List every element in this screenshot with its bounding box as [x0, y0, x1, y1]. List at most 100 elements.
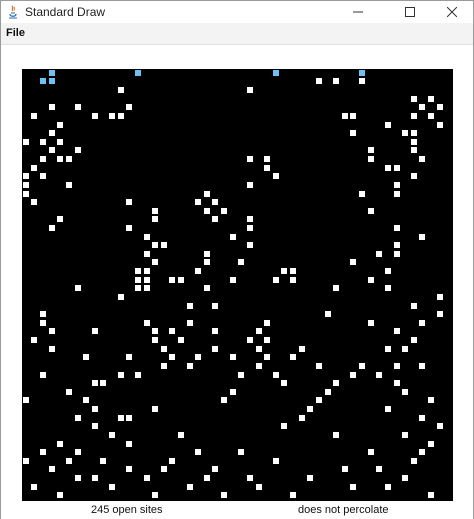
open-site	[195, 199, 202, 206]
open-site	[48, 147, 55, 154]
open-site	[324, 388, 331, 395]
open-site	[22, 397, 29, 404]
open-site	[376, 371, 383, 378]
open-site	[246, 242, 253, 249]
open-site	[298, 345, 305, 352]
open-site	[74, 104, 81, 111]
open-site	[246, 474, 253, 481]
open-site	[48, 130, 55, 137]
open-site	[221, 207, 228, 214]
open-site	[74, 474, 81, 481]
full-site	[48, 69, 55, 76]
open-site	[419, 362, 426, 369]
open-site	[134, 268, 141, 275]
open-site	[100, 380, 107, 387]
maximize-button[interactable]	[387, 1, 433, 23]
full-site	[359, 69, 365, 76]
title-bar[interactable]: Standard Draw	[1, 1, 473, 23]
maximize-icon	[405, 7, 415, 17]
open-site	[221, 397, 228, 404]
open-site	[350, 483, 357, 490]
open-site	[91, 112, 98, 119]
open-site	[83, 397, 90, 404]
open-site	[350, 259, 357, 266]
open-site	[255, 483, 262, 490]
open-site	[359, 78, 365, 85]
full-site	[40, 78, 46, 85]
open-site	[290, 354, 296, 361]
open-site	[393, 225, 400, 231]
open-site	[410, 95, 417, 102]
open-site	[367, 156, 374, 162]
open-site	[126, 199, 133, 206]
open-sites-count: 245 open sites	[91, 504, 163, 516]
open-site	[126, 104, 133, 111]
open-site	[91, 474, 98, 481]
open-site	[40, 311, 46, 318]
close-button[interactable]	[429, 1, 474, 23]
open-site	[117, 414, 124, 421]
open-site	[160, 362, 167, 369]
open-site	[152, 406, 159, 412]
open-site	[410, 130, 417, 137]
close-icon	[447, 7, 457, 17]
open-site	[419, 414, 426, 421]
open-site	[376, 250, 383, 257]
open-site	[419, 319, 426, 326]
open-site	[307, 406, 314, 412]
open-site	[410, 138, 417, 145]
open-site	[65, 156, 72, 162]
open-site	[367, 207, 374, 214]
open-site	[91, 328, 98, 335]
open-site	[152, 492, 159, 499]
open-site	[229, 388, 236, 395]
open-site	[48, 225, 55, 231]
open-site	[65, 457, 72, 464]
open-site	[91, 423, 98, 430]
open-site	[57, 492, 64, 499]
menu-file[interactable]: File	[6, 27, 25, 39]
open-site	[31, 337, 38, 343]
open-site	[264, 319, 271, 326]
open-site	[31, 199, 38, 206]
open-site	[48, 466, 55, 473]
open-site	[134, 276, 141, 283]
open-site	[384, 406, 391, 412]
open-site	[203, 190, 210, 197]
open-site	[117, 87, 124, 93]
open-site	[117, 112, 124, 119]
open-site	[436, 104, 443, 111]
open-site	[143, 285, 150, 292]
open-site	[212, 199, 219, 206]
open-site	[40, 156, 46, 162]
open-site	[307, 474, 314, 481]
open-site	[31, 164, 38, 171]
open-site	[281, 380, 288, 387]
open-site	[91, 406, 98, 412]
open-site	[31, 112, 38, 119]
open-site	[376, 466, 383, 473]
open-site	[246, 156, 253, 162]
open-site	[143, 276, 150, 283]
open-site	[203, 207, 210, 214]
open-site	[341, 466, 348, 473]
open-site	[109, 431, 115, 438]
open-site	[393, 242, 400, 249]
open-site	[384, 483, 391, 490]
open-site	[48, 104, 55, 111]
minimize-button[interactable]	[335, 1, 381, 23]
open-site	[143, 250, 150, 257]
open-site	[169, 328, 176, 335]
open-site	[333, 431, 340, 438]
open-site	[40, 138, 46, 145]
open-site	[238, 259, 245, 266]
open-site	[393, 328, 400, 335]
open-site	[290, 268, 296, 275]
open-site	[74, 285, 81, 292]
open-site	[134, 371, 141, 378]
open-site	[74, 147, 81, 154]
open-site	[272, 371, 279, 378]
window-title: Standard Draw	[25, 5, 106, 19]
open-site	[410, 112, 417, 119]
open-site	[203, 285, 210, 292]
